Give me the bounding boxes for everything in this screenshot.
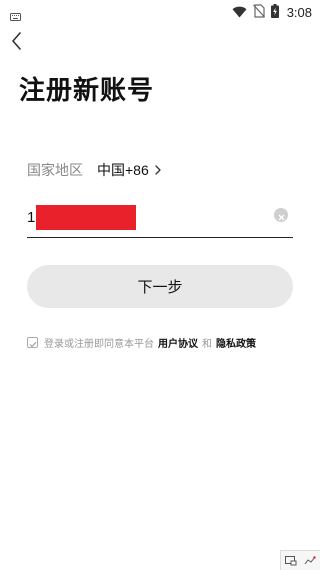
clear-button[interactable] bbox=[274, 208, 288, 222]
region-row: 国家地区 中国 +86 bbox=[27, 158, 161, 182]
status-time: 3:08 bbox=[286, 5, 312, 20]
privacy-policy-link[interactable]: 隐私政策 bbox=[216, 335, 256, 350]
chart-icon[interactable] bbox=[304, 551, 316, 570]
redaction-block bbox=[36, 205, 137, 230]
region-label: 国家地区 bbox=[27, 163, 83, 179]
back-button[interactable] bbox=[6, 32, 28, 54]
wifi-icon bbox=[232, 3, 247, 22]
keyboard-icon bbox=[10, 6, 21, 25]
region-selector[interactable]: 中国 +86 bbox=[97, 160, 161, 180]
phone-value: 1 bbox=[27, 205, 137, 230]
agreement-row: 登录或注册即同意本平台 用户协议 和 隐私政策 bbox=[27, 334, 260, 350]
chevron-right-icon bbox=[155, 165, 161, 175]
battery-charging-icon bbox=[270, 3, 279, 22]
phone-visible-digits: 1 bbox=[27, 209, 36, 226]
phone-input[interactable]: 1 bbox=[27, 200, 293, 238]
agreement-and: 和 bbox=[202, 338, 212, 350]
status-bar: 3:08 bbox=[0, 0, 320, 24]
check-icon bbox=[29, 333, 37, 352]
register-page: 3:08 注册新账号 国家地区 中国 +86 1 下一步 登录或注册即同意本平台… bbox=[0, 0, 320, 570]
region-code: +86 bbox=[125, 162, 149, 178]
screenshot-icon[interactable] bbox=[284, 551, 297, 570]
chevron-left-icon bbox=[11, 32, 23, 54]
no-sim-icon bbox=[252, 3, 265, 22]
user-agreement-link[interactable]: 用户协议 bbox=[158, 335, 198, 350]
next-button[interactable]: 下一步 bbox=[27, 265, 293, 308]
agreement-prefix: 登录或注册即同意本平台 bbox=[44, 338, 154, 350]
region-country: 中国 bbox=[97, 163, 125, 179]
floating-toolbar[interactable] bbox=[280, 550, 320, 570]
page-title: 注册新账号 bbox=[19, 76, 155, 106]
clear-circle-icon bbox=[278, 206, 285, 225]
agreement-checkbox[interactable] bbox=[27, 336, 38, 348]
